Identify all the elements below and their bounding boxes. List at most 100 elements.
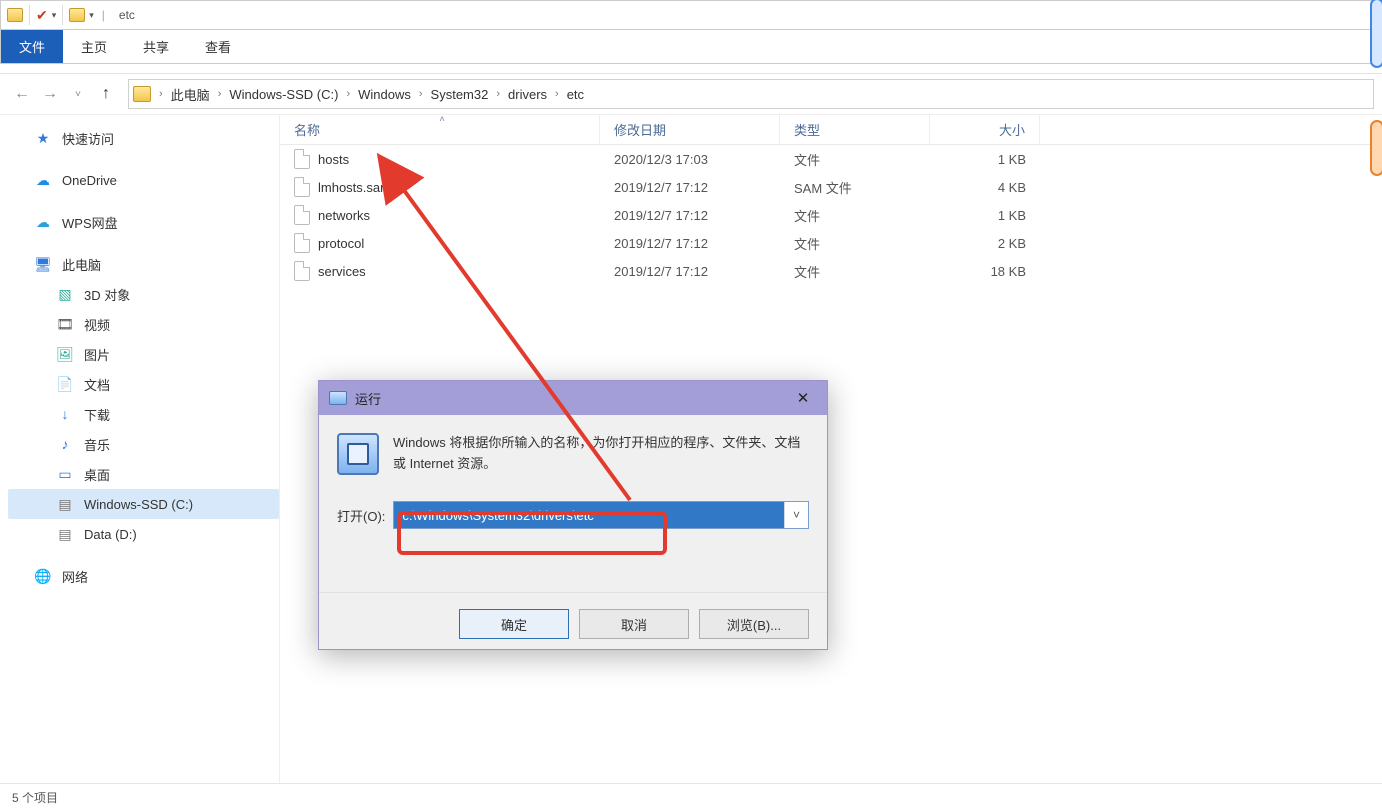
tab-share[interactable]: 共享 bbox=[125, 30, 187, 63]
ribbon-tabs: 文件 主页 共享 查看 bbox=[0, 30, 1382, 64]
close-button[interactable]: ✕ bbox=[789, 387, 817, 409]
sidebar-item-3d-objects[interactable]: ▧ 3D 对象 bbox=[8, 279, 279, 309]
chevron-right-icon[interactable]: › bbox=[157, 88, 165, 100]
film-icon: 🎞 bbox=[56, 316, 74, 333]
column-header-type[interactable]: 类型 bbox=[780, 115, 930, 144]
sidebar-item-downloads[interactable]: ↓下载 bbox=[8, 399, 279, 429]
file-date: 2019/12/7 17:12 bbox=[600, 180, 780, 195]
column-header-name[interactable]: 名称˄ bbox=[280, 115, 600, 144]
drive-icon: ▤ bbox=[56, 526, 74, 543]
sidebar-label: 下载 bbox=[84, 405, 110, 424]
cube-icon: ▧ bbox=[56, 286, 74, 303]
title-bar: ✔ ▾ ▾ | etc bbox=[0, 0, 1382, 30]
file-type: 文件 bbox=[780, 262, 930, 281]
sidebar-item-desktop[interactable]: ▭桌面 bbox=[8, 459, 279, 489]
run-dialog: 运行 ✕ Windows 将根据你所输入的名称，为你打开相应的程序、文件夹、文档… bbox=[318, 380, 828, 650]
file-row[interactable]: services2019/12/7 17:12文件18 KB bbox=[280, 257, 1382, 285]
sidebar-item-wps[interactable]: ☁WPS网盘 bbox=[8, 207, 279, 237]
desktop-icon: ▭ bbox=[56, 466, 74, 483]
status-bar: 5 个项目 bbox=[0, 783, 1382, 811]
folder-icon bbox=[69, 8, 85, 22]
breadcrumb-item[interactable]: etc bbox=[561, 87, 590, 102]
sidebar-label: 视频 bbox=[84, 315, 110, 334]
status-item-count: 5 个项目 bbox=[12, 789, 58, 806]
tab-file[interactable]: 文件 bbox=[1, 30, 63, 63]
sidebar-label: 3D 对象 bbox=[84, 285, 130, 304]
file-icon bbox=[294, 149, 310, 169]
sidebar-item-videos[interactable]: 🎞 视频 bbox=[8, 309, 279, 339]
nav-up-button[interactable]: ↑ bbox=[94, 82, 118, 106]
nav-history-dropdown[interactable]: ˅ bbox=[66, 82, 90, 106]
sidebar-item-drive-d[interactable]: ▤Data (D:) bbox=[8, 519, 279, 549]
column-headers: 名称˄ 修改日期 类型 大小 bbox=[280, 115, 1382, 145]
dialog-titlebar[interactable]: 运行 ✕ bbox=[319, 381, 827, 415]
nav-back-button[interactable]: ← bbox=[10, 82, 34, 106]
chevron-down-icon[interactable]: ˅ bbox=[784, 502, 808, 528]
network-icon: 🌐 bbox=[34, 568, 52, 585]
column-header-date[interactable]: 修改日期 bbox=[600, 115, 780, 144]
scrollbar-thumb[interactable] bbox=[1370, 0, 1382, 68]
sidebar-item-network[interactable]: 🌐 网络 bbox=[8, 561, 279, 591]
breadcrumb-item[interactable]: System32 bbox=[425, 87, 495, 102]
tab-home[interactable]: 主页 bbox=[63, 30, 125, 63]
checkmark-icon[interactable]: ✔ bbox=[36, 7, 48, 24]
sidebar-label: 网络 bbox=[62, 567, 88, 586]
file-size: 1 KB bbox=[930, 208, 1040, 223]
breadcrumb-item[interactable]: drivers bbox=[502, 87, 553, 102]
star-icon: ★ bbox=[34, 130, 52, 147]
open-label: 打开(O): bbox=[337, 506, 385, 525]
sidebar-label: 音乐 bbox=[84, 435, 110, 454]
sidebar-item-music[interactable]: ♪音乐 bbox=[8, 429, 279, 459]
ok-button[interactable]: 确定 bbox=[459, 609, 569, 639]
tab-view[interactable]: 查看 bbox=[187, 30, 249, 63]
qat-dropdown-icon[interactable]: ▾ bbox=[52, 10, 57, 21]
open-combobox[interactable]: ˅ bbox=[393, 501, 809, 529]
file-row[interactable]: protocol2019/12/7 17:12文件2 KB bbox=[280, 229, 1382, 257]
address-bar[interactable]: › 此电脑 › Windows-SSD (C:) › Windows › Sys… bbox=[128, 79, 1374, 109]
sidebar-item-quick-access[interactable]: ★快速访问 bbox=[8, 123, 279, 153]
sidebar-label: Windows-SSD (C:) bbox=[84, 497, 193, 512]
drive-icon: ▤ bbox=[56, 496, 74, 513]
file-row[interactable]: lmhosts.sam2019/12/7 17:12SAM 文件4 KB bbox=[280, 173, 1382, 201]
file-row[interactable]: networks2019/12/7 17:12文件1 KB bbox=[280, 201, 1382, 229]
file-type: 文件 bbox=[780, 234, 930, 253]
file-date: 2019/12/7 17:12 bbox=[600, 208, 780, 223]
chevron-right-icon[interactable]: › bbox=[417, 88, 425, 100]
file-icon bbox=[294, 177, 310, 197]
nav-forward-button: → bbox=[38, 82, 62, 106]
chevron-right-icon[interactable]: › bbox=[494, 88, 502, 100]
separator: | bbox=[102, 8, 105, 22]
window-title: etc bbox=[119, 8, 135, 22]
breadcrumb-item[interactable]: Windows bbox=[352, 87, 417, 102]
file-date: 2019/12/7 17:12 bbox=[600, 236, 780, 251]
qat-dropdown-icon[interactable]: ▾ bbox=[89, 10, 94, 21]
dialog-description: Windows 将根据你所输入的名称，为你打开相应的程序、文件夹、文档或 Int… bbox=[393, 433, 809, 475]
column-header-size[interactable]: 大小 bbox=[930, 115, 1040, 144]
cloud-icon: ☁ bbox=[34, 172, 52, 189]
cancel-button[interactable]: 取消 bbox=[579, 609, 689, 639]
file-icon bbox=[294, 233, 310, 253]
chevron-right-icon[interactable]: › bbox=[553, 88, 561, 100]
file-size: 18 KB bbox=[930, 264, 1040, 279]
chevron-right-icon[interactable]: › bbox=[216, 88, 224, 100]
sidebar-item-drive-c[interactable]: ▤ Windows-SSD (C:) bbox=[8, 489, 279, 519]
file-name: hosts bbox=[318, 152, 349, 167]
folder-icon bbox=[133, 86, 151, 102]
sidebar-item-onedrive[interactable]: ☁ OneDrive bbox=[8, 165, 279, 195]
scrollbar-thumb[interactable] bbox=[1370, 120, 1382, 176]
sidebar-label: OneDrive bbox=[62, 173, 117, 188]
file-name: lmhosts.sam bbox=[318, 180, 391, 195]
browse-button[interactable]: 浏览(B)... bbox=[699, 609, 809, 639]
breadcrumb-item[interactable]: Windows-SSD (C:) bbox=[223, 87, 344, 102]
dialog-title: 运行 bbox=[355, 389, 381, 408]
open-input[interactable] bbox=[394, 502, 784, 528]
chevron-right-icon[interactable]: › bbox=[344, 88, 352, 100]
sidebar-item-documents[interactable]: 📄文档 bbox=[8, 369, 279, 399]
file-row[interactable]: hosts2020/12/3 17:03文件1 KB bbox=[280, 145, 1382, 173]
cloud-icon: ☁ bbox=[34, 214, 52, 231]
sidebar-item-this-pc[interactable]: 🖥此电脑 bbox=[8, 249, 279, 279]
navigation-sidebar: ★快速访问 ☁ OneDrive ☁WPS网盘 🖥此电脑 ▧ 3D 对象 🎞 视频 🖼… bbox=[0, 115, 280, 783]
breadcrumb-item[interactable]: 此电脑 bbox=[165, 85, 216, 104]
sort-indicator-icon: ˄ bbox=[440, 114, 445, 124]
sidebar-item-pictures[interactable]: 🖼图片 bbox=[8, 339, 279, 369]
